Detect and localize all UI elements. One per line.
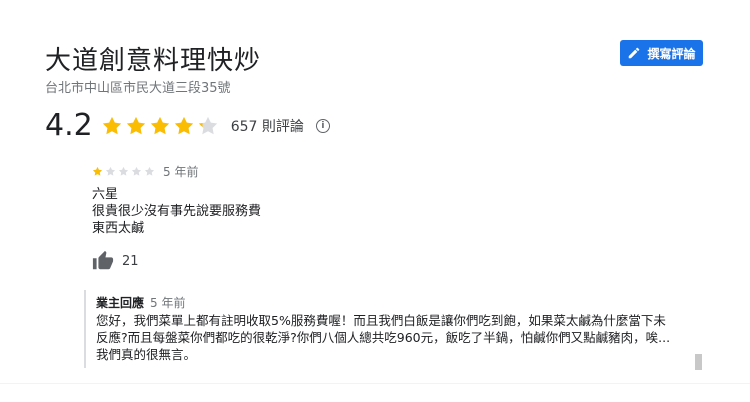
star-filled-icon [102,116,121,134]
review-header: 5 年前 [92,163,198,180]
owner-reply: 業主回應 5 年前 您好，我們菜單上都有註明收取5%服務費喔！而且我們白飯是讓你… [84,290,680,368]
rating-stars [101,115,219,137]
thumbs-up-icon [92,250,114,270]
review-line: 東西太鹹 [92,221,145,236]
review-count-link[interactable]: 657 則評論 [231,116,304,136]
owner-reply-line: 反應?而且每盤菜你們都吃的很乾淨?你們八個人總共吃960元，飯吃了半鍋，怕鹹你們… [96,330,671,345]
review-time: 5 年前 [163,165,199,179]
like-button[interactable]: 21 [92,250,139,272]
owner-reply-time: 5 年前 [150,296,186,310]
place-address: 台北市中山區市民大道三段35號 [45,81,231,96]
rating-value: 4.2 [45,108,93,143]
owner-reply-line: 您好，我們菜單上都有註明收取5%服務費喔！而且我們白飯是讓你們吃到飽，如果菜太鹹… [96,313,666,328]
owner-reply-text: 您好，我們菜單上都有註明收取5%服務費喔！而且我們白飯是讓你們吃到飽，如果菜太鹹… [96,312,680,363]
pencil-icon [629,47,640,59]
owner-reply-label: 業主回應 [96,296,145,310]
scrollbar-thumb[interactable] [695,354,702,370]
review-text: 六星 很貴很少沒有事先說要服務費 東西太鹹 [92,186,261,237]
place-title: 大道創意料理快炒 [45,46,262,76]
star-empty-icon [131,166,142,176]
divider [0,383,750,384]
star-filled-icon [126,116,145,134]
owner-reply-line: 我們真的很無言。 [96,347,197,362]
star-empty-icon [118,166,129,176]
review-line: 六星 [92,187,119,202]
star-partial-icon [198,116,217,134]
star-filled-icon [150,116,169,134]
review-line: 很貴很少沒有事先說要服務費 [92,204,262,219]
review-stars [92,166,155,177]
star-empty-icon [105,166,116,176]
star-filled-icon [92,166,103,176]
like-count: 21 [122,253,139,269]
write-review-label: 撰寫評論 [647,46,696,61]
star-filled-icon [174,116,193,134]
write-review-button[interactable]: 撰寫評論 [620,40,703,66]
rating-summary: 4.2 657 則評論 i [45,108,330,143]
star-empty-icon [144,166,155,176]
info-icon[interactable]: i [315,118,330,133]
